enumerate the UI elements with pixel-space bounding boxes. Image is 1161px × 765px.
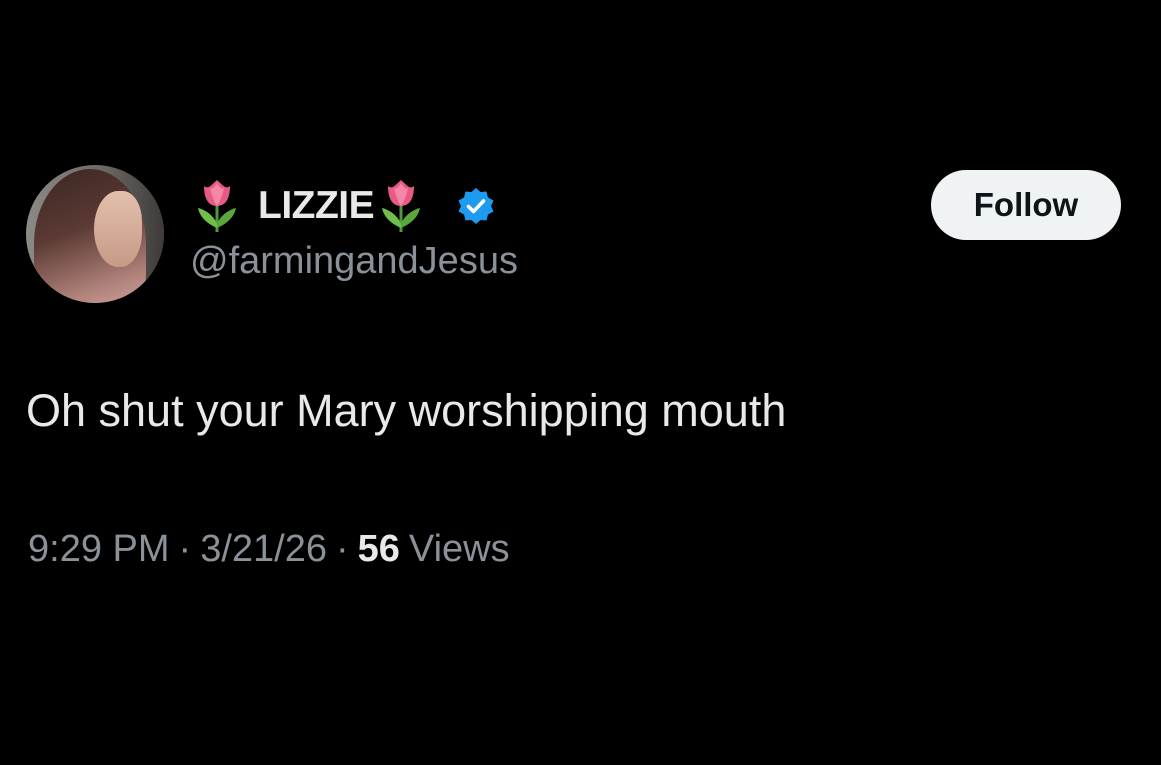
avatar[interactable] <box>26 165 164 303</box>
views-count: 56 <box>357 528 400 570</box>
avatar-face <box>94 191 142 267</box>
views-label: Views <box>408 528 510 570</box>
verified-badge-icon[interactable] <box>456 186 496 226</box>
tulip-icon <box>192 178 242 234</box>
tweet-card: LIZZIE @farmingandJesus Follow Oh shut y… <box>0 0 1161 765</box>
tulip-icon <box>376 178 426 234</box>
user-handle[interactable]: @farmingandJesus <box>190 240 518 283</box>
tweet-metadata: 9:29 PM · 3/21/26 · 56 Views <box>28 528 510 571</box>
separator-dot: · <box>335 528 349 570</box>
separator-dot: · <box>178 528 192 570</box>
tweet-text: Oh shut your Mary worshipping mouth <box>26 385 787 436</box>
tweet-time[interactable]: 9:29 PM <box>28 528 170 571</box>
tweet-date[interactable]: 3/21/26 <box>200 528 327 571</box>
name-row[interactable]: LIZZIE <box>192 176 496 236</box>
display-name[interactable]: LIZZIE <box>258 184 375 228</box>
follow-button[interactable]: Follow <box>931 170 1121 240</box>
